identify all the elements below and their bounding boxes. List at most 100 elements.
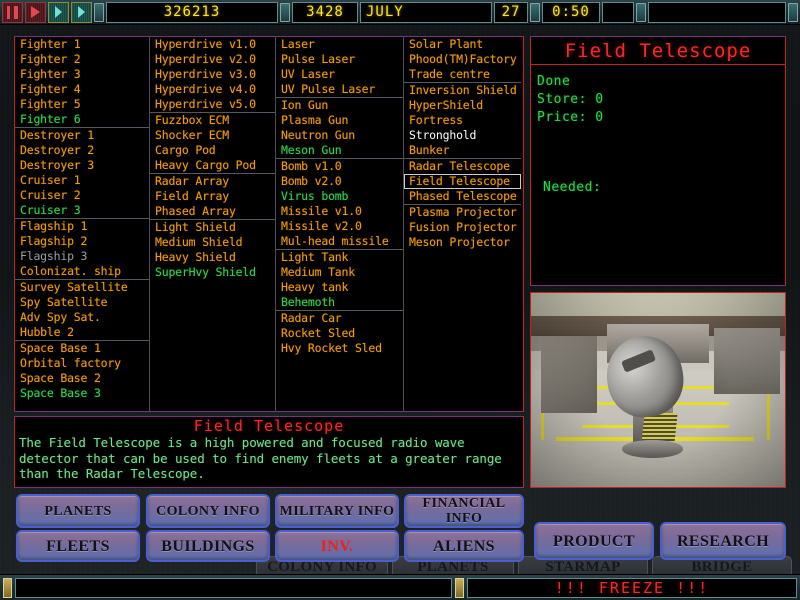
invention-item[interactable]: Adv Spy Sat. bbox=[15, 310, 149, 325]
invention-item[interactable]: Radar Array bbox=[150, 174, 275, 189]
info-status: Done bbox=[537, 74, 571, 89]
invention-item[interactable]: Rocket Sled bbox=[276, 326, 403, 341]
nav-button-military-info[interactable]: MILITARY INFO bbox=[275, 494, 399, 528]
invention-item[interactable]: UV Pulse Laser bbox=[276, 82, 403, 97]
invention-item[interactable]: Destroyer 1 bbox=[15, 128, 149, 143]
invention-item[interactable]: Pulse Laser bbox=[276, 52, 403, 67]
nav-button-aliens[interactable]: ALIENS bbox=[404, 530, 524, 562]
invention-item[interactable]: Fighter 2 bbox=[15, 52, 149, 67]
invention-item[interactable]: Medium Tank bbox=[276, 265, 403, 280]
invention-item[interactable]: Cruiser 3 bbox=[15, 203, 149, 218]
nav-button-colony-info[interactable]: COLONY INFO bbox=[146, 494, 270, 528]
invention-item[interactable]: Behemoth bbox=[276, 295, 403, 310]
invention-item[interactable]: Fuzzbox ECM bbox=[150, 113, 275, 128]
invention-item[interactable]: Meson Projector bbox=[404, 235, 521, 250]
invention-item[interactable]: Survey Satellite bbox=[15, 280, 149, 295]
invention-item[interactable]: Space Base 1 bbox=[15, 341, 149, 356]
invention-item[interactable]: Orbital factory bbox=[15, 356, 149, 371]
nav-button-buildings[interactable]: BUILDINGS bbox=[146, 530, 270, 562]
invention-item[interactable]: Hvy Rocket Sled bbox=[276, 341, 403, 356]
nav-button-research[interactable]: RESEARCH bbox=[660, 522, 786, 560]
invention-item[interactable]: Spy Satellite bbox=[15, 295, 149, 310]
invention-item[interactable]: Phased Array bbox=[150, 204, 275, 219]
invention-item[interactable]: Colonizat. ship bbox=[15, 264, 149, 279]
invention-group: Laser Pulse Laser UV Laser UV Pulse Laser bbox=[276, 37, 403, 98]
invention-item[interactable]: UV Laser bbox=[276, 67, 403, 82]
double-fast-forward-icon bbox=[78, 6, 85, 18]
invention-item[interactable]: Neutron Gun bbox=[276, 128, 403, 143]
invention-group: Bomb v1.0 Bomb v2.0 Virus bomb Missile v1.0… bbox=[276, 159, 403, 250]
invention-item[interactable]: Space Base 3 bbox=[15, 386, 149, 401]
invention-item[interactable]: Field Array bbox=[150, 189, 275, 204]
invention-item[interactable]: Hyperdrive v4.0 bbox=[150, 82, 275, 97]
nav-button-financial-info[interactable]: FINANCIAL INFO bbox=[404, 494, 524, 528]
invention-item[interactable]: Stronghold bbox=[404, 128, 521, 143]
invention-item[interactable]: Radar Telescope bbox=[404, 159, 521, 174]
very-fast-forward-button[interactable] bbox=[71, 1, 92, 23]
invention-item[interactable]: Fighter 1 bbox=[15, 37, 149, 52]
invention-item[interactable]: Hyperdrive v5.0 bbox=[150, 97, 275, 112]
invention-item[interactable]: Shocker ECM bbox=[150, 128, 275, 143]
invention-group: Flagship 1 Flagship 2 Flagship 3 Colonizat.… bbox=[15, 219, 149, 280]
invention-item[interactable]: Laser bbox=[276, 37, 403, 52]
invention-item[interactable]: Meson Gun bbox=[276, 143, 403, 158]
invention-item[interactable]: Cruiser 2 bbox=[15, 188, 149, 203]
invention-item[interactable]: Light Shield bbox=[150, 220, 275, 235]
invention-item[interactable]: Heavy Shield bbox=[150, 250, 275, 265]
invention-item[interactable]: Medium Shield bbox=[150, 235, 275, 250]
invention-item[interactable]: Field Telescope bbox=[404, 174, 521, 189]
nav-button-inv[interactable]: INV. bbox=[275, 530, 399, 562]
invention-item[interactable]: Phased Telescope bbox=[404, 189, 521, 204]
invention-item[interactable]: HyperShield bbox=[404, 98, 521, 113]
invention-item[interactable]: Solar Plant bbox=[404, 37, 521, 52]
invention-item[interactable]: Fighter 4 bbox=[15, 82, 149, 97]
invention-item[interactable]: Missile v2.0 bbox=[276, 219, 403, 234]
play-button[interactable] bbox=[25, 1, 46, 23]
invention-item[interactable]: Hyperdrive v1.0 bbox=[150, 37, 275, 52]
invention-item[interactable]: Heavy Cargo Pod bbox=[150, 158, 275, 173]
invention-item[interactable]: Destroyer 3 bbox=[15, 158, 149, 173]
invention-item[interactable]: Fortress bbox=[404, 113, 521, 128]
info-panel-body: Done Store: 0 Price: 0 Needed: bbox=[531, 65, 785, 205]
invention-item[interactable]: Missile v1.0 bbox=[276, 204, 403, 219]
invention-item[interactable]: Plasma Gun bbox=[276, 113, 403, 128]
nav-button-planets[interactable]: PLANETS bbox=[16, 494, 140, 528]
invention-item[interactable]: Heavy tank bbox=[276, 280, 403, 295]
invention-item[interactable]: Space Base 2 bbox=[15, 371, 149, 386]
invention-item[interactable]: Radar Car bbox=[276, 311, 403, 326]
invention-item[interactable]: Destroyer 2 bbox=[15, 143, 149, 158]
invention-item[interactable]: Fighter 5 bbox=[15, 97, 149, 112]
invention-item[interactable]: Cruiser 1 bbox=[15, 173, 149, 188]
pause-button[interactable] bbox=[2, 1, 23, 23]
invention-item[interactable]: Hubble 2 bbox=[15, 325, 149, 340]
invention-item[interactable]: Hyperdrive v2.0 bbox=[150, 52, 275, 67]
month-display: JULY bbox=[360, 1, 492, 23]
nav-button-product[interactable]: PRODUCT bbox=[534, 522, 654, 560]
invention-item[interactable]: Fighter 6 bbox=[15, 112, 149, 127]
invention-group: Fighter 1 Fighter 2 Fighter 3 Fighter 4 Figh… bbox=[15, 37, 149, 128]
invention-item[interactable]: Flagship 3 bbox=[15, 249, 149, 264]
invention-group: Survey Satellite Spy Satellite Adv Spy Sat… bbox=[15, 280, 149, 341]
top-status-bar: 326213 3428 JULY 27 0:50 bbox=[0, 0, 800, 25]
invention-item[interactable]: Bomb v2.0 bbox=[276, 174, 403, 189]
invention-item[interactable]: Hyperdrive v3.0 bbox=[150, 67, 275, 82]
fast-forward-button[interactable] bbox=[48, 1, 69, 23]
invention-item[interactable]: Fighter 3 bbox=[15, 67, 149, 82]
invention-item[interactable]: Phood(TM)Factory bbox=[404, 52, 521, 67]
invention-item[interactable]: Inversion Shield bbox=[404, 83, 521, 98]
invention-item[interactable]: SuperHvy Shield bbox=[150, 265, 275, 280]
invention-item[interactable]: Light Tank bbox=[276, 250, 403, 265]
invention-item[interactable]: Mul-head missile bbox=[276, 234, 403, 249]
info-store: Store: 0 bbox=[537, 92, 604, 107]
invention-item[interactable]: Trade centre bbox=[404, 67, 521, 82]
invention-item[interactable]: Fusion Projector bbox=[404, 220, 521, 235]
invention-item[interactable]: Ion Gun bbox=[276, 98, 403, 113]
invention-item[interactable]: Plasma Projector bbox=[404, 205, 521, 220]
invention-item[interactable]: Flagship 2 bbox=[15, 234, 149, 249]
invention-item[interactable]: Bomb v1.0 bbox=[276, 159, 403, 174]
invention-item[interactable]: Cargo Pod bbox=[150, 143, 275, 158]
invention-item[interactable]: Flagship 1 bbox=[15, 219, 149, 234]
invention-item[interactable]: Bunker bbox=[404, 143, 521, 158]
invention-item[interactable]: Virus bomb bbox=[276, 189, 403, 204]
nav-button-fleets[interactable]: FLEETS bbox=[16, 530, 140, 562]
